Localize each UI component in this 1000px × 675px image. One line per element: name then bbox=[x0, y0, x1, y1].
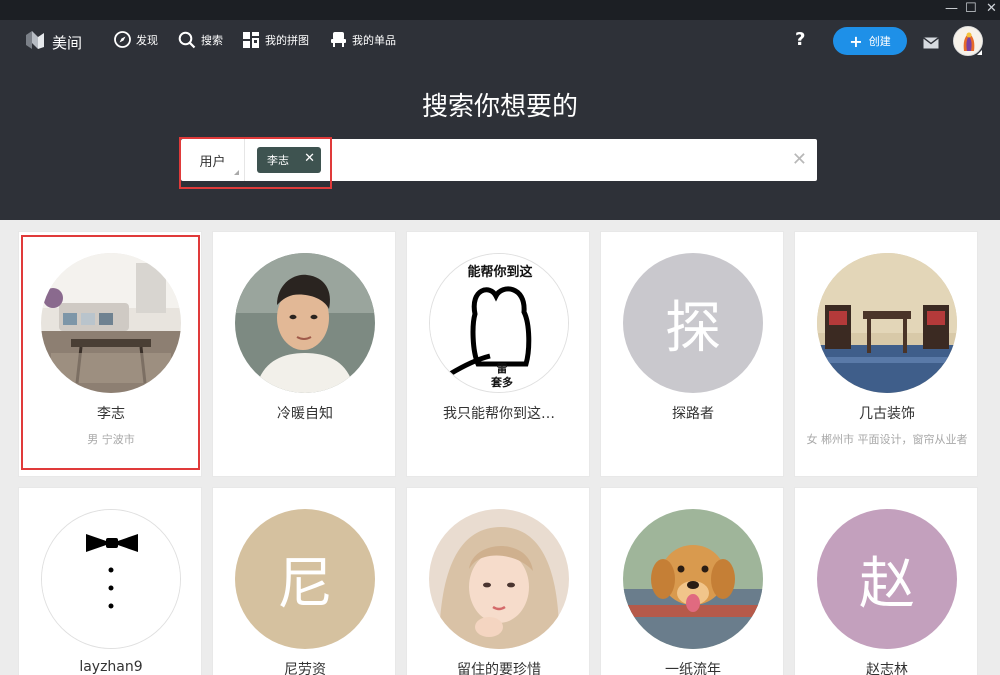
avatar bbox=[235, 253, 375, 393]
nav-my-items-label: 我的单品 bbox=[352, 33, 396, 47]
result-meta: 女 郴州市 平面设计，窗帘从业者 bbox=[806, 433, 968, 446]
avatar: 尼 bbox=[235, 509, 375, 649]
avatar-letter: 赵 bbox=[859, 551, 915, 617]
avatar bbox=[817, 253, 957, 393]
nav-my-items[interactable]: 我的单品 bbox=[330, 31, 396, 48]
result-card[interactable]: 能帮你到这 雷 套多 我只能帮你到这… bbox=[406, 231, 590, 477]
logo[interactable]: 美间 bbox=[24, 29, 82, 55]
plus-icon: + bbox=[849, 31, 863, 51]
result-card[interactable]: layzhan9 bbox=[18, 487, 202, 675]
search-type-label: 用户 bbox=[199, 154, 226, 170]
mail-icon[interactable] bbox=[923, 34, 939, 53]
logo-icon bbox=[24, 29, 46, 55]
result-name: 留住的要珍惜 bbox=[457, 662, 541, 675]
avatar: 能帮你到这 雷 套多 bbox=[429, 253, 569, 393]
nav-discover-label: 发现 bbox=[136, 33, 158, 47]
search-tag-label: 李志 bbox=[267, 154, 289, 167]
avatar: 探 bbox=[623, 253, 763, 393]
search-box[interactable]: 用户 李志 ✕ ✕ bbox=[181, 139, 817, 181]
avatar-letter: 探 bbox=[665, 295, 721, 361]
dropdown-caret-icon bbox=[234, 170, 239, 175]
nav-my-puzzles[interactable]: 我的拼图 bbox=[242, 31, 309, 49]
nav-search-label: 搜索 bbox=[201, 34, 223, 47]
user-menu-caret[interactable] bbox=[977, 50, 982, 55]
result-name: layzhan9 bbox=[79, 659, 143, 675]
result-card[interactable]: 尼 尼劳资 bbox=[212, 487, 396, 675]
result-name: 赵志林 bbox=[866, 662, 908, 675]
avatar bbox=[41, 253, 181, 393]
result-name: 探路者 bbox=[672, 406, 714, 422]
tag-remove-icon[interactable]: ✕ bbox=[304, 151, 315, 166]
search-icon bbox=[178, 31, 196, 49]
svg-text:能帮你到这: 能帮你到这 bbox=[467, 264, 532, 280]
logo-text: 美间 bbox=[52, 33, 83, 52]
avatar bbox=[429, 509, 569, 649]
search-title: 搜索你想要的 bbox=[421, 92, 578, 122]
result-card[interactable]: 李志 男 宁波市 bbox=[18, 231, 202, 477]
close-button[interactable]: ✕ bbox=[986, 1, 997, 17]
search-tag: 李志 ✕ bbox=[257, 147, 321, 173]
maximize-button[interactable]: ☐ bbox=[965, 1, 977, 17]
svg-text:雷: 雷 bbox=[497, 362, 508, 375]
svg-text:套多: 套多 bbox=[491, 375, 513, 389]
help-icon[interactable]: ? bbox=[795, 29, 805, 50]
result-card[interactable]: 留住的要珍惜 bbox=[406, 487, 590, 675]
create-button[interactable]: + 创建 bbox=[833, 27, 907, 55]
result-meta: 男 宁波市 bbox=[87, 433, 135, 446]
result-name: 尼劳资 bbox=[284, 662, 326, 675]
result-card[interactable]: 几古装饰 女 郴州市 平面设计，窗帘从业者 bbox=[794, 231, 978, 477]
result-card[interactable]: 探 探路者 bbox=[600, 231, 784, 477]
result-name: 我只能帮你到这… bbox=[443, 406, 555, 422]
clear-search-icon[interactable]: ✕ bbox=[792, 149, 807, 170]
compass-icon bbox=[114, 31, 131, 48]
result-card[interactable]: 赵 赵志林 bbox=[794, 487, 978, 675]
chair-icon bbox=[330, 31, 347, 48]
result-name: 一纸流年 bbox=[665, 662, 721, 675]
window-titlebar: — ☐ ✕ bbox=[0, 0, 1000, 20]
create-button-label: 创建 bbox=[868, 35, 891, 48]
header: 美间 发现 搜索 我的拼图 我的单品 ? + 创建 搜索你想要的 用户 李志 ✕… bbox=[0, 20, 1000, 220]
result-card[interactable]: 一纸流年 bbox=[600, 487, 784, 675]
nav-discover[interactable]: 发现 bbox=[114, 31, 158, 48]
nav-search[interactable]: 搜索 bbox=[178, 31, 223, 49]
avatar: 赵 bbox=[817, 509, 957, 649]
result-card[interactable]: 冷暖自知 bbox=[212, 231, 396, 477]
avatar bbox=[623, 509, 763, 649]
puzzle-icon bbox=[242, 31, 260, 49]
avatar bbox=[41, 509, 181, 649]
minimize-button[interactable]: — bbox=[945, 1, 958, 17]
top-nav: 美间 发现 搜索 我的拼图 我的单品 ? + 创建 bbox=[0, 20, 1000, 62]
avatar-letter: 尼 bbox=[277, 551, 333, 617]
result-name: 几古装饰 bbox=[859, 406, 915, 422]
result-name: 冷暖自知 bbox=[277, 406, 333, 422]
nav-my-puzzles-label: 我的拼图 bbox=[265, 34, 309, 47]
result-name: 李志 bbox=[97, 406, 125, 422]
